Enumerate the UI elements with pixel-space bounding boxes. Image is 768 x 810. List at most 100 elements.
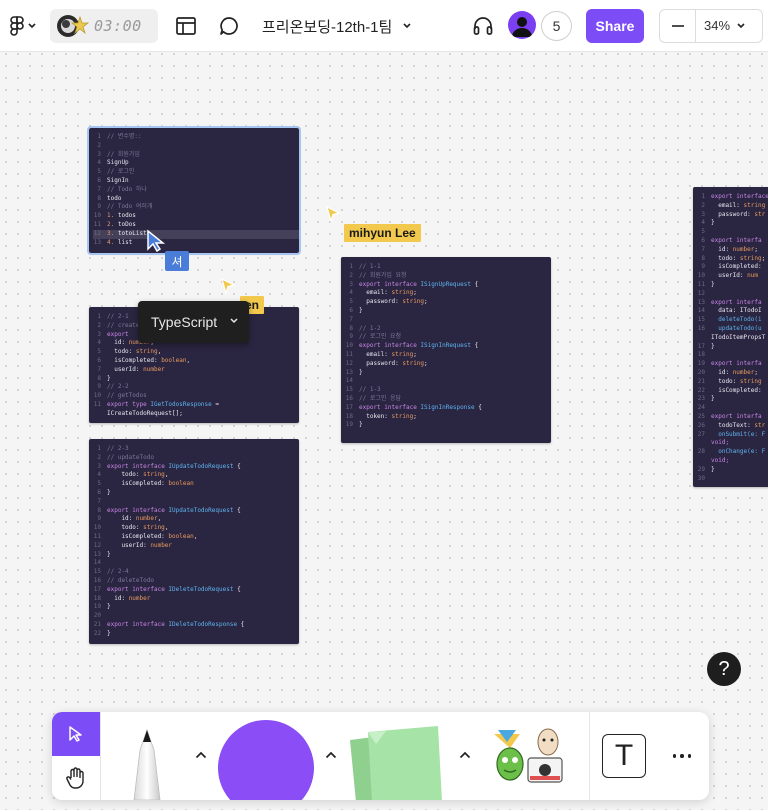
shape-tool[interactable] [218, 720, 314, 800]
line-number: 14 [93, 559, 101, 567]
code-text: todoText: str [711, 421, 766, 429]
code-card-update-delete-types[interactable]: 1 // 2-3 2 // updateTodo 3 export interface I… [89, 439, 299, 644]
line-number: 5 [97, 348, 101, 356]
avatar[interactable] [508, 11, 536, 39]
main-menu-button[interactable] [4, 12, 42, 40]
line-number: 3 [701, 210, 705, 218]
move-tool[interactable] [52, 712, 100, 756]
code-text: isCompleted: [711, 386, 762, 394]
line-number: 4 [97, 471, 101, 479]
code-text: updateTodo(u [711, 324, 762, 332]
code-line: 18 id: number [93, 595, 299, 604]
code-text: export interface ISignInResponse { [359, 403, 482, 411]
code-line: 30 [697, 475, 768, 484]
sticky-note-tool[interactable] [346, 722, 446, 800]
code-card-auth-types[interactable]: 1 // 1-1 2 // 회원가입 요청 3 export interface ISig… [341, 257, 551, 443]
code-line: 11 export type IGetTodosResponse = [93, 401, 299, 410]
shape-options-caret[interactable] [322, 746, 340, 764]
code-line: 11} [697, 281, 768, 290]
comment-button[interactable] [216, 13, 242, 39]
code-text: // 2-4 [107, 568, 129, 576]
code-line: 8} [93, 375, 299, 384]
collaborator-count[interactable]: 5 [541, 11, 572, 41]
line-number: 25 [697, 412, 705, 420]
line-number: 22 [697, 386, 705, 394]
code-line: 4} [697, 219, 768, 228]
code-line: 10 export interface ISignInRequest { [345, 342, 551, 351]
pen-options-caret[interactable] [192, 746, 210, 764]
more-icon [672, 754, 677, 758]
stamp-icon [494, 728, 563, 783]
line-number: 1 [97, 313, 101, 320]
toolbar-divider [589, 712, 590, 800]
zoom-dropdown[interactable]: 34% [704, 18, 746, 33]
share-button[interactable]: Share [586, 9, 644, 43]
line-number: 1 [97, 445, 101, 452]
code-line: 15 // 1-3 [345, 386, 551, 395]
layout-button[interactable] [173, 13, 199, 39]
code-line: 18 [697, 351, 768, 360]
code-text: void; [711, 456, 730, 464]
more-tools-button[interactable] [666, 746, 698, 766]
code-text: } [359, 306, 363, 314]
code-text: data: ITodoI [711, 307, 762, 315]
line-number [697, 457, 711, 466]
code-line: 11 2. toDos [93, 221, 299, 230]
code-card-variable-names[interactable]: 1 // 변수명:: 2 3 // 회원가입 4 SignUp 5 // 로그인 6 SignIn 7… [87, 126, 301, 255]
code-text: SignIn [107, 176, 129, 184]
line-number: 3 [97, 462, 101, 470]
ime-composition-chip: 셔 [165, 251, 189, 271]
code-line: 4 SignUp [93, 159, 299, 168]
toolbar-divider [100, 712, 101, 800]
line-number: 8 [349, 324, 353, 332]
timer-widget[interactable]: 03:00 [50, 9, 158, 43]
hand-tool[interactable] [52, 756, 100, 800]
code-text: isCompleted: boolean, [107, 532, 198, 540]
line-number: 2 [97, 141, 101, 149]
audio-button[interactable] [470, 13, 496, 39]
line-number: 6 [97, 488, 101, 496]
code-line: 7 userId: number [93, 366, 299, 375]
help-button[interactable]: ? [707, 652, 741, 686]
code-text: // Todo 하나 [107, 185, 147, 193]
line-number: 15 [93, 568, 101, 576]
code-line: 9 // 2-2 [93, 383, 299, 392]
line-number: 18 [93, 594, 101, 602]
code-line: 8 // 1-2 [345, 325, 551, 334]
code-line: 3 password: str [697, 211, 768, 220]
code-line: 27 onSubmit(e: F [697, 431, 768, 440]
code-line: 10 todo: string, [93, 524, 299, 533]
more-icon [680, 754, 684, 758]
line-number: 30 [697, 474, 705, 482]
code-line: 5 password: string; [345, 298, 551, 307]
code-language-dropdown[interactable]: TypeScript [138, 301, 249, 343]
text-tool[interactable]: T [602, 734, 646, 778]
code-text: password: str [711, 210, 766, 218]
line-number: 8 [97, 194, 101, 202]
code-line: 17 export interface IDeleteTodoRequest { [93, 586, 299, 595]
code-line: 22 isCompleted: [697, 387, 768, 396]
line-number: 21 [697, 377, 705, 385]
line-number: 7 [97, 497, 101, 505]
code-text: export interface IUpdateTodoRequest { [107, 506, 241, 514]
code-card-props-types[interactable]: 1 export interface 2 email: string 3 passwo… [693, 187, 768, 487]
stamp-tool[interactable] [488, 724, 578, 788]
collaborator-cursor-yellow [221, 277, 236, 295]
hand-icon [66, 767, 84, 789]
collaborator-cursor-yellow [326, 205, 341, 223]
line-number: 11 [93, 532, 101, 540]
pen-tool[interactable] [122, 726, 172, 800]
line-number: 15 [697, 316, 705, 324]
line-number: 6 [349, 306, 353, 314]
code-line: 17} [697, 343, 768, 352]
code-text: // 1-3 [359, 386, 381, 394]
code-line: 25 export interfa [697, 413, 768, 422]
code-text: // 변수명:: [107, 133, 142, 140]
line-number: 16 [697, 324, 705, 332]
code-line: 3 export interface IUpdateTodoRequest { [93, 463, 299, 472]
sticky-options-caret[interactable] [456, 746, 474, 764]
zoom-out-button[interactable] [660, 10, 696, 42]
code-line: 9 isCompleted: [697, 263, 768, 272]
line-number: 23 [697, 395, 705, 403]
file-title-dropdown[interactable]: 프리온보딩-12th-1팀 [262, 12, 412, 40]
